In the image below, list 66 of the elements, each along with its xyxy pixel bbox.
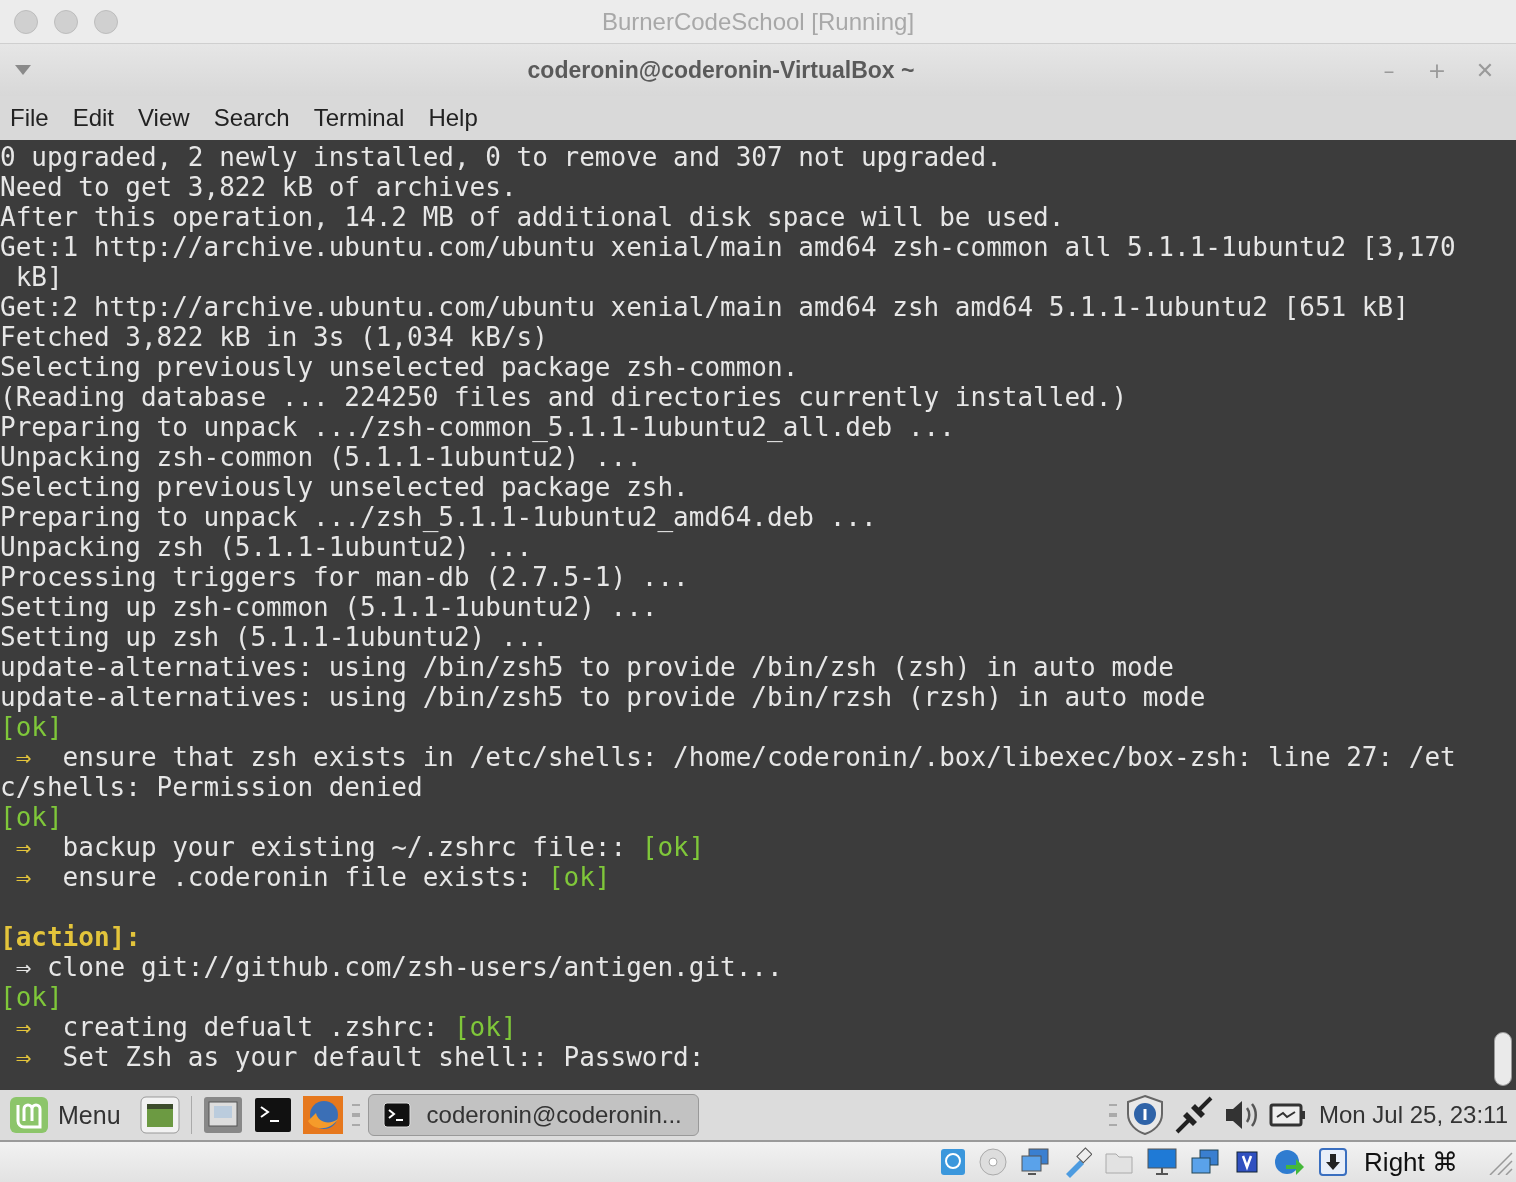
ok-status: [ok] xyxy=(0,712,63,742)
terminal-text: backup your existing ~/.zshrc file:: xyxy=(61,832,628,862)
terminal-text: (Reading database ... 224250 files and directories currently installed.) xyxy=(0,382,1128,412)
terminal-text: Set Zsh as your default shell:: Password: xyxy=(61,1042,705,1072)
window-title: BurnerCodeSchool [Running] xyxy=(601,7,915,36)
terminal-text: kB] xyxy=(14,262,63,292)
terminal-text: update-alternatives: using /bin/zsh5 to provide /bin/zsh (zsh) in auto mode xyxy=(0,652,1174,682)
terminal-text: Fetched 3,822 kB in 3s (1,034 kB/s) xyxy=(0,322,548,352)
terminal-text: Preparing to unpack .../zsh_5.1.1-1ubuntu2_amd64.deb ... xyxy=(0,502,877,532)
terminal-text: Preparing to unpack .../zsh-common_5.1.1-1ubuntu2_all.deb ... xyxy=(0,412,955,442)
terminal-text: Processing triggers for man-db (2.7.5-1) ... xyxy=(0,562,689,592)
menu-item[interactable]: Search xyxy=(213,104,290,132)
terminal-text: c/shells: Permission denied xyxy=(0,772,423,802)
clock[interactable]: Mon Jul 25, 23:11 xyxy=(1319,1101,1508,1129)
menu-button[interactable]: Menu xyxy=(58,1100,121,1130)
network-monitors-icon[interactable] xyxy=(1020,1147,1051,1177)
ok-status: [ok] xyxy=(641,832,705,862)
action-label: [action]: xyxy=(0,922,141,952)
optical-disc-icon[interactable] xyxy=(978,1147,1009,1177)
terminal-text: Get:1 http://archive.ubuntu.com/ubuntu xenial/main amd64 zsh-common all 5.1.1-1ubuntu2 [3,170 xyxy=(0,232,1456,262)
display-icon[interactable] xyxy=(1146,1147,1179,1177)
arrow-glyph: ⇒ xyxy=(14,1012,33,1042)
arrow-glyph: ⇒ xyxy=(14,832,33,862)
battery-icon[interactable] xyxy=(1269,1102,1307,1128)
terminal-title: coderonin@coderonin-VirtualBox ~ xyxy=(526,56,916,84)
terminal-text: Setting up zsh (5.1.1-1ubuntu2) ... xyxy=(0,622,548,652)
terminal-text: Setting up zsh-common (5.1.1-1ubuntu2) ... xyxy=(0,592,658,622)
menu-item[interactable]: File xyxy=(10,104,49,132)
scrollbar-thumb[interactable] xyxy=(1494,1032,1512,1086)
windows-icon[interactable] xyxy=(1190,1147,1221,1177)
arrow-glyph: ⇒ xyxy=(14,862,33,892)
terminal-text: ensure that zsh exists in /etc/shells: /home/coderonin/.box/libexec/box-zsh: line 27: /et xyxy=(61,742,1456,772)
menu-item[interactable]: Terminal xyxy=(313,104,405,132)
arrow-glyph: ⇒ xyxy=(14,1042,33,1072)
ok-status: [ok] xyxy=(0,802,63,832)
menu-item[interactable]: Help xyxy=(428,104,478,132)
terminal-text: ensure .coderonin file exists: xyxy=(61,862,534,892)
browser-globe-icon[interactable] xyxy=(301,1095,344,1135)
terminal-text: 0 upgraded, 2 newly installed, 0 to remove and 307 not upgraded. xyxy=(0,142,1002,172)
terminal-text: Get:2 http://archive.ubuntu.com/ubuntu xenial/main amd64 zsh amd64 5.1.1-1ubuntu2 [651 kB] xyxy=(0,292,1409,322)
arrow-glyph: ⇒ xyxy=(14,742,33,772)
terminal-text: update-alternatives: using /bin/zsh5 to provide /bin/rzsh (rzsh) in auto mode xyxy=(0,682,1206,712)
dropdown-icon[interactable] xyxy=(14,64,32,76)
menu-item[interactable]: View xyxy=(138,104,190,132)
computer-icon[interactable] xyxy=(201,1095,244,1135)
terminal-text: creating defualt .zshrc: xyxy=(61,1012,440,1042)
ok-status: [ok] xyxy=(453,1012,517,1042)
terminal-text: Need to get 3,822 kB of archives. xyxy=(0,172,517,202)
ok-status: [ok] xyxy=(0,982,63,1012)
terminal-text: Unpacking zsh-common (5.1.1-1ubuntu2) ... xyxy=(0,442,642,472)
shield-info-icon[interactable] xyxy=(1125,1094,1165,1136)
globe-arrow-icon[interactable] xyxy=(1274,1147,1307,1177)
terminal-text: ⇒ clone git://github.com/zsh-users/antigen.git... xyxy=(14,952,783,982)
terminal-icon xyxy=(382,1102,411,1128)
host-key-label: Right ⌘ xyxy=(1364,1146,1458,1178)
terminal-text: After this operation, 14.2 MB of additional disk space will be used. xyxy=(0,202,1065,232)
terminal-text: Unpacking zsh (5.1.1-1ubuntu2) ... xyxy=(0,532,533,562)
terminal-text: Selecting previously unselected package zsh-common. xyxy=(0,352,799,382)
show-desktop-icon[interactable] xyxy=(138,1095,181,1135)
taskbar-window-button[interactable]: coderonin@coderonin... xyxy=(367,1094,699,1136)
mint-logo-icon[interactable] xyxy=(8,1095,50,1135)
ok-status: [ok] xyxy=(547,862,611,892)
menu-item[interactable]: Edit xyxy=(72,104,115,132)
network-plug-icon[interactable] xyxy=(1173,1094,1215,1136)
download-icon[interactable] xyxy=(1318,1147,1349,1177)
terminal-text: Selecting previously unselected package zsh. xyxy=(0,472,689,502)
